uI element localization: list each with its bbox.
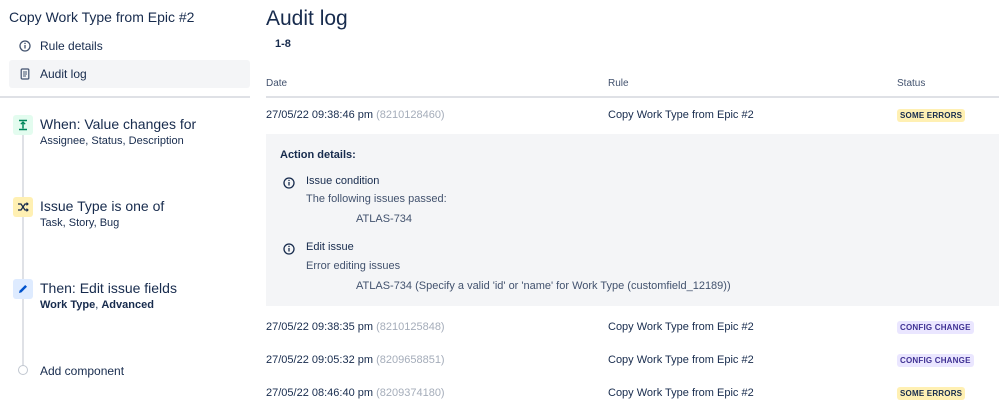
date-text: 27/05/22 08:46:40 pm <box>266 387 374 399</box>
column-header-date[interactable]: Date <box>266 78 287 89</box>
main-content: Audit log 1-8 Date Rule Status 27/05/22 … <box>266 0 999 400</box>
page-title: Audit log <box>266 7 348 30</box>
field-advanced: Advanced <box>101 299 154 311</box>
info-icon <box>9 40 40 52</box>
execution-id: (8209658851) <box>376 354 445 366</box>
table-row[interactable]: 27/05/22 09:05:32 pm (8209658851) Copy W… <box>266 351 999 371</box>
row-rule: Copy Work Type from Epic #2 <box>608 387 754 399</box>
issue-error-message[interactable]: ATLAS-734 (Specify a valid 'id' or 'name… <box>356 280 731 292</box>
sidebar: Copy Work Type from Epic #2 Rule details… <box>0 0 258 399</box>
nav-item-label: Audit log <box>40 67 87 81</box>
row-date: 27/05/22 09:05:32 pm (8209658851) <box>266 354 445 366</box>
row-date: 27/05/22 09:38:35 pm (8210125848) <box>266 321 445 333</box>
column-header-status[interactable]: Status <box>897 78 925 89</box>
execution-id: (8209374180) <box>376 387 445 399</box>
sidebar-nav: Rule details Audit log <box>9 32 250 88</box>
nav-item-label: Rule details <box>40 39 103 53</box>
header-divider <box>266 96 999 98</box>
component-title: Issue Type is one of <box>40 198 165 214</box>
row-rule: Copy Work Type from Epic #2 <box>608 109 754 121</box>
component-subtitle: Assignee, Status, Description <box>40 135 184 147</box>
document-icon <box>9 68 40 80</box>
row-rule: Copy Work Type from Epic #2 <box>608 321 754 333</box>
table-row[interactable]: 27/05/22 09:38:46 pm (8210128460) Copy W… <box>266 106 999 126</box>
component-subtitle: Work Type, Advanced <box>40 299 154 311</box>
add-component-dot <box>18 365 28 375</box>
sidebar-divider <box>0 96 250 98</box>
trigger-icon <box>13 115 33 135</box>
table-row[interactable]: 27/05/22 08:46:40 pm (8209374180) Copy W… <box>266 384 999 404</box>
pencil-icon <box>13 279 33 299</box>
date-text: 27/05/22 09:38:35 pm <box>266 321 374 333</box>
rule-title: Copy Work Type from Epic #2 <box>9 9 195 25</box>
issue-key[interactable]: ATLAS-734 <box>356 213 412 225</box>
table-row[interactable]: 27/05/22 09:38:35 pm (8210125848) Copy W… <box>266 318 999 338</box>
action-description: The following issues passed: <box>306 193 447 205</box>
component-subtitle: Task, Story, Bug <box>40 217 120 229</box>
action-title: Edit issue <box>306 241 354 253</box>
status-badge: CONFIG CHANGE <box>897 321 974 334</box>
nav-item-audit-log[interactable]: Audit log <box>9 60 250 88</box>
action-details-heading: Action details: <box>280 149 356 161</box>
nav-item-rule-details[interactable]: Rule details <box>9 32 250 60</box>
component-condition[interactable]: Issue Type is one of Task, Story, Bug <box>13 197 253 237</box>
info-icon <box>283 242 295 255</box>
flow-connector <box>22 120 24 368</box>
component-title: Then: Edit issue fields <box>40 280 177 296</box>
row-date: 27/05/22 08:46:40 pm (8209374180) <box>266 387 445 399</box>
status-badge: CONFIG CHANGE <box>897 354 974 367</box>
action-description: Error editing issues <box>306 260 401 272</box>
add-component-button[interactable]: Add component <box>40 364 124 378</box>
component-action[interactable]: Then: Edit issue fields Work Type, Advan… <box>13 279 253 319</box>
status-badge: SOME ERRORS <box>897 387 966 400</box>
status-badge: SOME ERRORS <box>897 109 966 122</box>
execution-id: (8210125848) <box>376 321 445 333</box>
info-icon <box>283 176 295 189</box>
execution-id: (8210128460) <box>376 109 445 121</box>
row-rule: Copy Work Type from Epic #2 <box>608 354 754 366</box>
result-range: 1-8 <box>275 38 291 50</box>
date-text: 27/05/22 09:05:32 pm <box>266 354 374 366</box>
shuffle-icon <box>13 197 33 217</box>
component-title: When: Value changes for <box>40 116 197 132</box>
column-header-rule[interactable]: Rule <box>608 78 629 89</box>
action-details-panel: Action details: Issue condition The foll… <box>266 134 999 306</box>
field-work-type: Work Type <box>40 299 96 311</box>
action-title: Issue condition <box>306 175 380 187</box>
date-text: 27/05/22 09:38:46 pm <box>266 109 374 121</box>
component-trigger[interactable]: When: Value changes for Assignee, Status… <box>13 115 253 155</box>
row-date: 27/05/22 09:38:46 pm (8210128460) <box>266 109 445 121</box>
